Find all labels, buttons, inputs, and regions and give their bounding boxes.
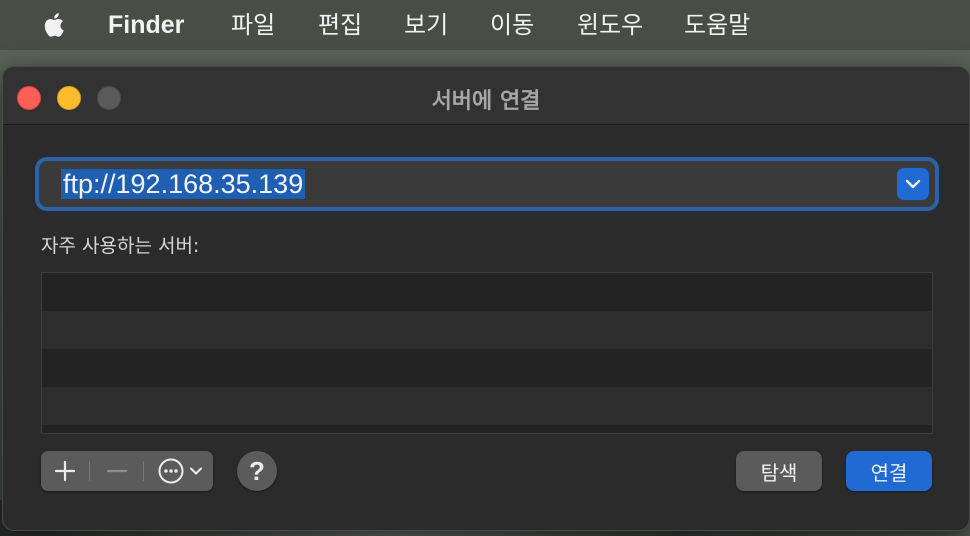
dialog-titlebar: 서버에 연결 bbox=[3, 67, 969, 125]
favorite-servers-label: 자주 사용하는 서버: bbox=[41, 235, 200, 257]
divider bbox=[89, 461, 90, 481]
connect-to-server-dialog: 서버에 연결 ftp://192.168.35.139 자주 사용하는 서버: bbox=[2, 66, 970, 531]
plus-icon bbox=[54, 460, 76, 482]
server-address-field[interactable]: ftp://192.168.35.139 bbox=[35, 157, 939, 211]
ellipsis-circle-icon bbox=[158, 458, 184, 484]
menu-help[interactable]: 도움말 bbox=[684, 11, 750, 39]
help-button[interactable]: ? bbox=[237, 451, 277, 491]
dialog-title: 서버에 연결 bbox=[431, 89, 541, 114]
list-row bbox=[42, 273, 932, 311]
options-menu-button[interactable] bbox=[149, 451, 211, 491]
apple-logo-icon[interactable] bbox=[40, 10, 70, 40]
favorites-segmented-control bbox=[41, 451, 213, 491]
connect-button[interactable]: 연결 bbox=[846, 451, 932, 491]
chevron-down-icon bbox=[905, 179, 921, 189]
add-favorite-button[interactable] bbox=[45, 451, 85, 491]
chevron-down-icon bbox=[190, 467, 202, 475]
menu-edit[interactable]: 편집 bbox=[318, 11, 362, 39]
menu-window[interactable]: 윈도우 bbox=[577, 11, 643, 39]
remove-favorite-button[interactable] bbox=[95, 451, 139, 491]
server-address-value[interactable]: ftp://192.168.35.139 bbox=[61, 169, 306, 199]
menu-file[interactable]: 파일 bbox=[231, 11, 275, 39]
recent-servers-dropdown[interactable] bbox=[897, 168, 929, 200]
menu-go[interactable]: 이동 bbox=[490, 11, 534, 39]
menu-finder[interactable]: Finder bbox=[108, 11, 184, 39]
list-row bbox=[42, 349, 932, 387]
list-row bbox=[42, 425, 932, 433]
list-row bbox=[42, 387, 932, 425]
menu-bar: Finder 파일 편집 보기 이동 윈도우 도움말 bbox=[0, 0, 970, 50]
browse-button[interactable]: 탐색 bbox=[736, 451, 822, 491]
favorite-servers-list[interactable] bbox=[41, 272, 933, 434]
minus-icon bbox=[106, 469, 128, 473]
divider bbox=[143, 461, 144, 481]
menu-view[interactable]: 보기 bbox=[404, 11, 448, 39]
list-row bbox=[42, 311, 932, 349]
